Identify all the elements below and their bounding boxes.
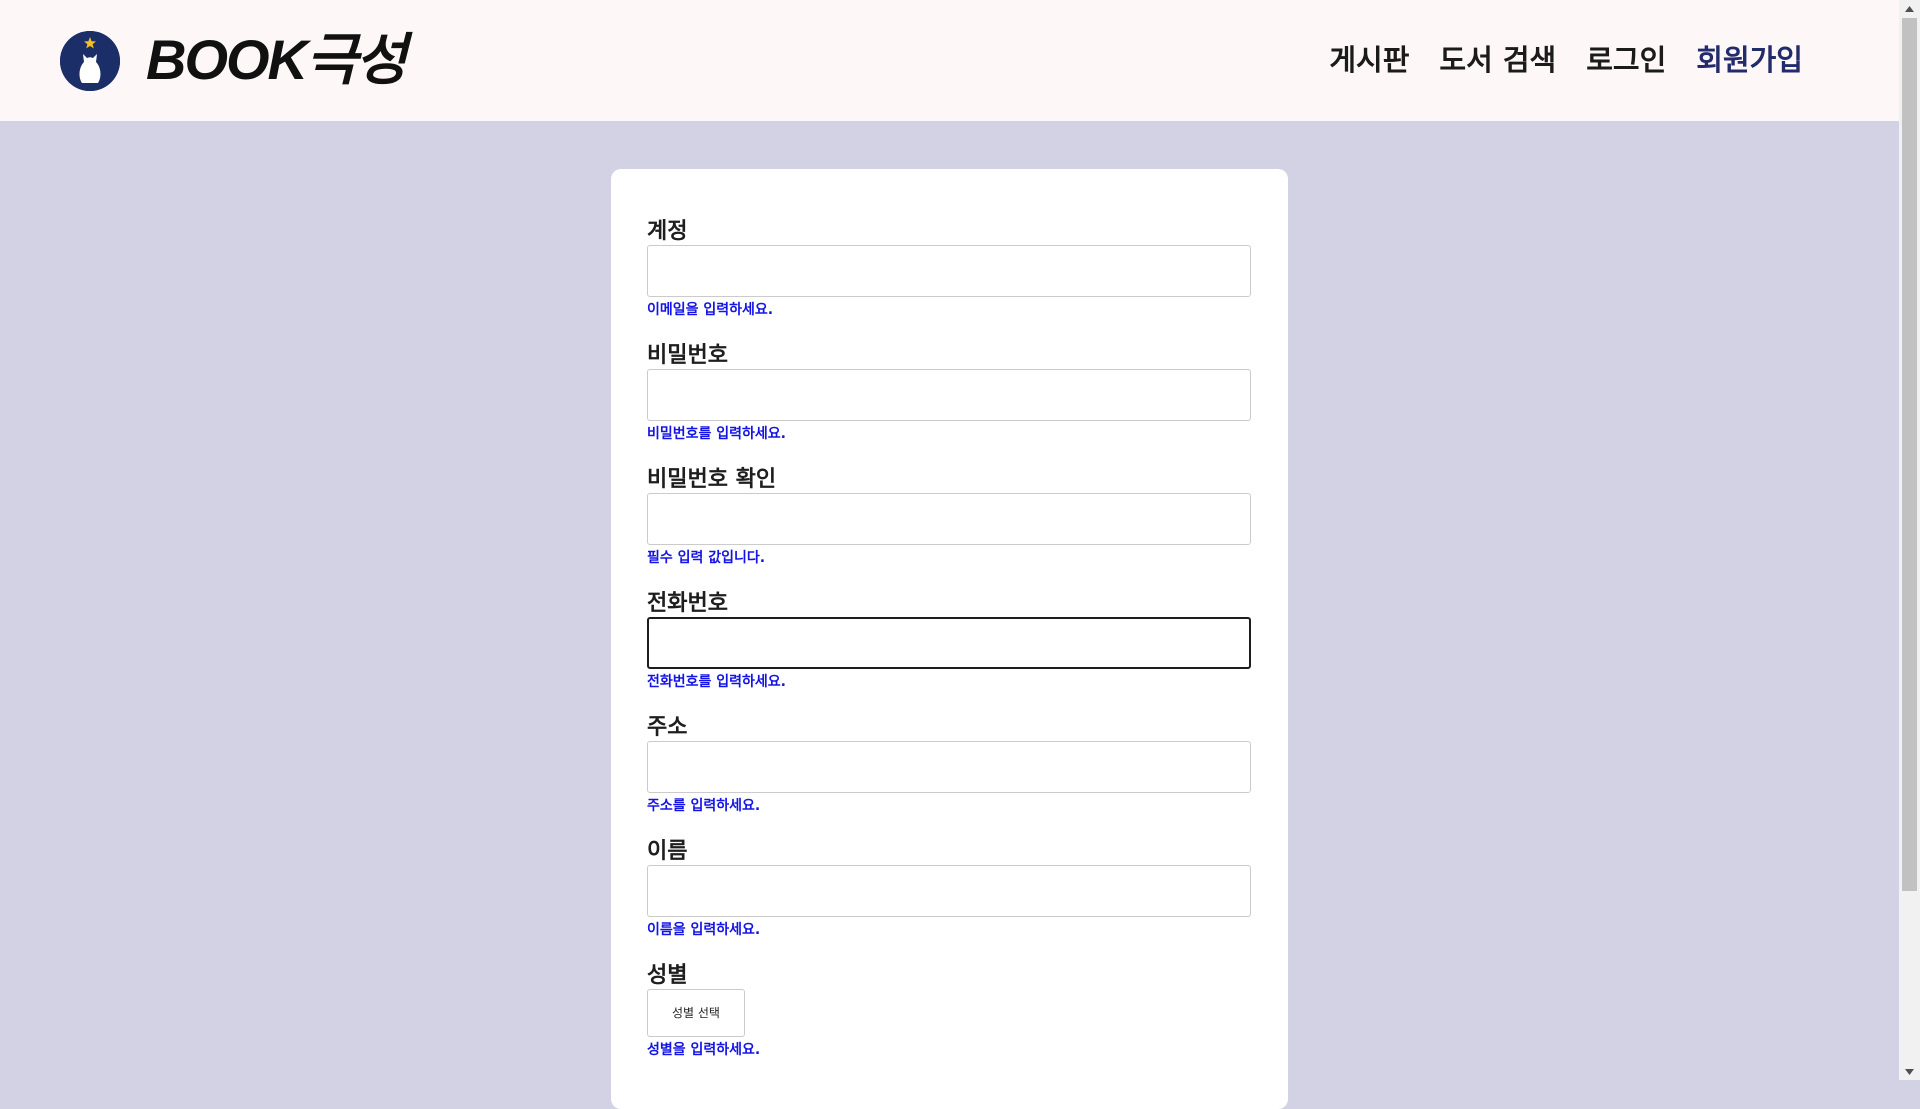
field-address: 주소 주소를 입력하세요. <box>647 715 1251 815</box>
password-confirm-input[interactable] <box>647 493 1251 545</box>
field-label: 비밀번호 <box>647 343 728 368</box>
field-hint: 이메일을 입력하세요. <box>647 302 774 318</box>
address-input[interactable] <box>647 741 1251 793</box>
nav-item-book-search[interactable]: 도서 검색 <box>1439 40 1556 80</box>
phone-input[interactable] <box>647 617 1251 669</box>
field-label: 이름 <box>647 839 688 864</box>
main-nav: 게시판 도서 검색 로그인 회원가입 <box>1329 40 1803 80</box>
field-hint: 비밀번호를 입력하세요. <box>647 426 786 442</box>
triangle-down-icon[interactable] <box>1899 1063 1920 1080</box>
account-input[interactable] <box>647 245 1251 297</box>
field-password-confirm: 비밀번호 확인 필수 입력 값입니다. <box>647 467 1251 567</box>
field-label: 주소 <box>647 715 688 740</box>
field-hint: 전화번호를 입력하세요. <box>647 674 786 690</box>
field-hint: 필수 입력 값입니다. <box>647 550 766 566</box>
field-label: 비밀번호 확인 <box>647 467 777 492</box>
nav-item-signup[interactable]: 회원가입 <box>1696 40 1803 80</box>
gender-select[interactable]: 성별 선택 <box>647 989 745 1037</box>
brand-title[interactable]: BOOK극성 <box>146 28 407 92</box>
field-account: 계정 이메일을 입력하세요. <box>647 219 1251 319</box>
field-label: 전화번호 <box>647 591 728 616</box>
field-phone: 전화번호 전화번호를 입력하세요. <box>647 591 1251 691</box>
triangle-up-icon[interactable] <box>1899 0 1920 17</box>
name-input[interactable] <box>647 865 1251 917</box>
nav-item-board[interactable]: 게시판 <box>1329 40 1409 80</box>
field-hint: 이름을 입력하세요. <box>647 922 761 938</box>
cat-star-logo-icon[interactable] <box>60 31 120 91</box>
field-hint: 성별을 입력하세요. <box>647 1042 761 1058</box>
field-label: 계정 <box>647 219 688 244</box>
field-name: 이름 이름을 입력하세요. <box>647 839 1251 939</box>
scroll-thumb[interactable] <box>1902 18 1917 891</box>
field-password: 비밀번호 비밀번호를 입력하세요. <box>647 343 1251 443</box>
site-header: BOOK극성 게시판 도서 검색 로그인 회원가입 <box>0 0 1899 121</box>
field-gender: 성별 성별 선택 성별을 입력하세요. <box>647 963 1251 1059</box>
signup-form-card: 계정 이메일을 입력하세요. 비밀번호 비밀번호를 입력하세요. 비밀번호 확인… <box>611 169 1288 1109</box>
field-hint: 주소를 입력하세요. <box>647 798 761 814</box>
vertical-scrollbar[interactable] <box>1899 0 1920 1080</box>
nav-item-login[interactable]: 로그인 <box>1586 40 1666 80</box>
password-input[interactable] <box>647 369 1251 421</box>
field-label: 성별 <box>647 963 688 988</box>
